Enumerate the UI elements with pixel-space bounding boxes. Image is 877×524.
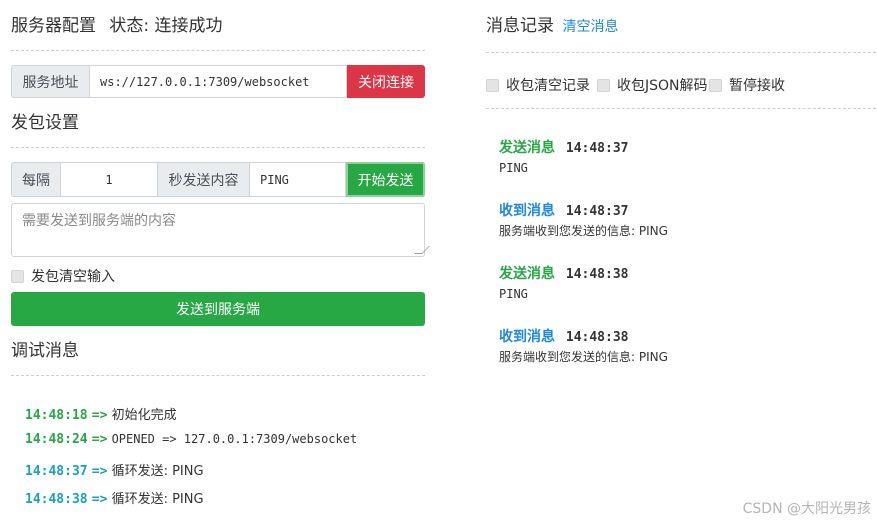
message-item: 发送消息 14:48:37 PING xyxy=(499,138,629,177)
connection-status: 连接成功 xyxy=(154,16,223,36)
messages-header: 消息记录 清空消息 xyxy=(486,14,618,38)
loop-content-input[interactable]: PING xyxy=(250,162,346,197)
debug-line: 14:48:37 => 循环发送: PING xyxy=(25,460,204,479)
divider xyxy=(11,147,425,148)
message-time: 14:48:38 xyxy=(565,267,629,282)
clear-messages-link[interactable]: 清空消息 xyxy=(562,19,618,35)
message-body: PING xyxy=(499,161,528,175)
interval-input[interactable]: 1 xyxy=(61,162,158,197)
debug-time: 14:48:18 xyxy=(25,408,88,423)
debug-text: OPENED => 127.0.0.1:7309/websocket xyxy=(111,432,358,446)
message-body: PING xyxy=(499,287,528,301)
message-kind: 发送消息 xyxy=(499,266,555,282)
debug-time: 14:48:37 xyxy=(25,464,88,479)
debug-text: 初始化完成 xyxy=(111,408,177,423)
send-content-textarea[interactable]: 需要发送到服务端的内容 xyxy=(11,203,430,257)
json-decode-label: 收包JSON解码 xyxy=(617,78,708,94)
pause-receive-checkbox[interactable] xyxy=(709,78,722,92)
resize-handle-icon[interactable] xyxy=(414,246,430,254)
debug-time: 14:48:24 xyxy=(25,432,88,447)
debug-time: 14:48:38 xyxy=(25,492,88,507)
message-time: 14:48:38 xyxy=(565,330,629,345)
server-address-group: 服务地址 ws://127.0.0.1:7309/websocket 关闭连接 xyxy=(11,65,425,98)
message-time: 14:48:37 xyxy=(565,141,629,156)
seconds-send-content-label: 秒发送内容 xyxy=(158,162,250,197)
server-config-title: 服务器配置 xyxy=(11,16,96,36)
divider xyxy=(486,52,876,53)
message-item: 发送消息 14:48:38 PING xyxy=(499,264,629,303)
clear-on-receive-label: 收包清空记录 xyxy=(506,78,590,94)
option-json-decode[interactable]: 收包JSON解码 xyxy=(597,75,708,95)
close-connection-button[interactable]: 关闭连接 xyxy=(347,65,425,98)
divider xyxy=(11,375,425,376)
divider xyxy=(11,50,425,51)
divider xyxy=(486,108,876,109)
message-time: 14:48:37 xyxy=(565,204,629,219)
server-config-header: 服务器配置 状态: 连接成功 xyxy=(11,14,223,38)
debug-line: 14:48:18 => 初始化完成 xyxy=(25,404,177,423)
debug-line: 14:48:24 => OPENED => 127.0.0.1:7309/web… xyxy=(25,432,357,447)
arrow-icon: => xyxy=(91,432,108,447)
message-kind: 收到消息 xyxy=(499,329,555,345)
debug-line: 14:48:38 => 循环发送: PING xyxy=(25,488,204,507)
clear-after-send-label: 发包清空输入 xyxy=(31,269,115,285)
send-interval-group: 每隔 1 秒发送内容 PING 开始发送 xyxy=(11,162,425,197)
send-to-server-button[interactable]: 发送到服务端 xyxy=(11,292,425,326)
start-sending-button[interactable]: 开始发送 xyxy=(346,162,425,197)
clear-after-send-checkbox[interactable] xyxy=(11,269,24,283)
pause-receive-label: 暂停接收 xyxy=(729,78,785,94)
arrow-icon: => xyxy=(91,464,108,479)
status-prefix: 状态: xyxy=(109,16,150,36)
option-pause-receive[interactable]: 暂停接收 xyxy=(709,75,785,95)
clear-after-send-option[interactable]: 发包清空输入 xyxy=(11,266,115,286)
debug-text: 循环发送: PING xyxy=(111,492,204,507)
debug-title: 调试消息 xyxy=(11,341,79,361)
clear-on-receive-checkbox[interactable] xyxy=(486,78,499,92)
arrow-icon: => xyxy=(91,492,108,507)
send-settings-title: 发包设置 xyxy=(11,113,79,133)
debug-text: 循环发送: PING xyxy=(111,464,204,479)
message-kind: 收到消息 xyxy=(499,203,555,219)
watermark: CSDN @大阳光男孩 xyxy=(742,501,871,517)
message-body: 服务端收到您发送的信息: PING xyxy=(499,350,668,364)
message-item: 收到消息 14:48:38 服务端收到您发送的信息: PING xyxy=(499,327,668,366)
message-body: 服务端收到您发送的信息: PING xyxy=(499,224,668,238)
server-address-input[interactable]: ws://127.0.0.1:7309/websocket xyxy=(90,65,347,98)
json-decode-checkbox[interactable] xyxy=(597,78,610,92)
messages-title: 消息记录 xyxy=(486,16,554,36)
option-clear-on-receive[interactable]: 收包清空记录 xyxy=(486,75,590,95)
arrow-icon: => xyxy=(91,408,108,423)
every-label: 每隔 xyxy=(11,162,61,197)
server-address-label: 服务地址 xyxy=(11,65,90,98)
textarea-placeholder: 需要发送到服务端的内容 xyxy=(22,213,176,229)
message-item: 收到消息 14:48:37 服务端收到您发送的信息: PING xyxy=(499,201,668,240)
message-kind: 发送消息 xyxy=(499,140,555,156)
